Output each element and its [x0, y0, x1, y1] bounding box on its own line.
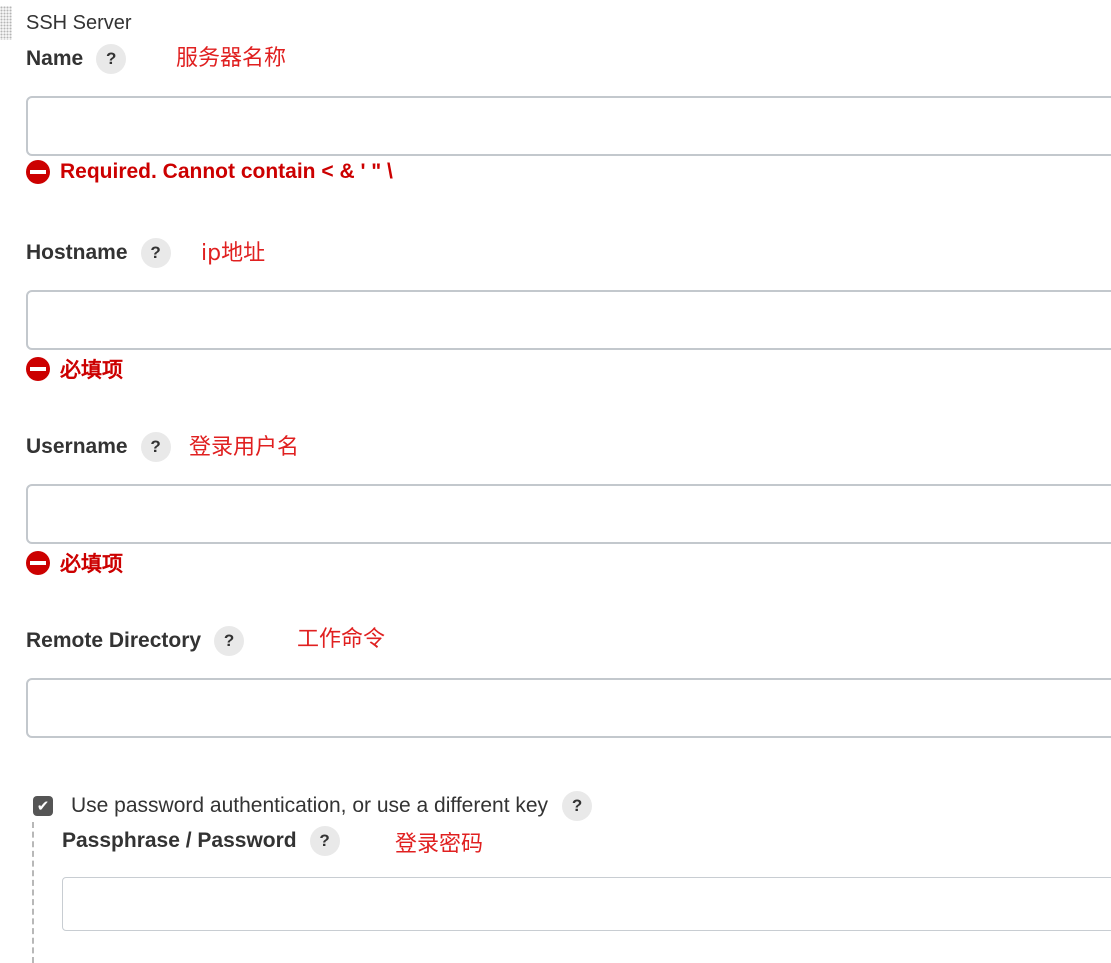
remote-directory-label: Remote Directory [26, 629, 202, 652]
username-input[interactable] [26, 484, 1111, 544]
name-error-text: Required. Cannot contain < & ' " \ [60, 160, 393, 183]
passphrase-help-icon[interactable]: ? [309, 826, 340, 856]
name-label: Name [26, 47, 84, 70]
remote-directory-label-row: Remote Directory ? [26, 626, 245, 656]
remote-directory-input[interactable] [26, 678, 1111, 738]
error-circle-icon [26, 357, 50, 381]
use-password-label[interactable]: Use password authentication, or use a di… [71, 794, 548, 818]
hostname-help-icon[interactable]: ? [140, 238, 171, 268]
use-password-checkbox[interactable]: ✔ [33, 796, 53, 816]
hostname-label: Hostname [26, 241, 128, 264]
section-title: SSH Server [26, 12, 132, 34]
hostname-label-row: Hostname ? [26, 238, 171, 268]
error-circle-icon [26, 551, 50, 575]
username-error-text: 必填项 [60, 553, 123, 576]
username-label-row: Username ? [26, 432, 171, 462]
passphrase-input[interactable] [62, 877, 1111, 931]
hostname-annotation: ip地址 [201, 241, 266, 266]
name-label-row: Name ? [26, 44, 127, 74]
name-annotation: 服务器名称 [176, 46, 287, 71]
name-help-icon[interactable]: ? [96, 44, 127, 74]
hostname-input[interactable] [26, 290, 1111, 350]
drag-handle[interactable] [0, 6, 12, 40]
passphrase-label-row: Passphrase / Password ? [62, 826, 340, 856]
hostname-error-text: 必填项 [60, 359, 123, 382]
username-help-icon[interactable]: ? [140, 432, 171, 462]
username-label: Username [26, 435, 128, 458]
passphrase-annotation: 登录密码 [395, 832, 484, 857]
error-circle-icon [26, 160, 50, 184]
remote-directory-help-icon[interactable]: ? [214, 626, 245, 656]
nested-section-line [32, 822, 34, 963]
use-password-help-icon[interactable]: ? [562, 791, 593, 821]
passphrase-label: Passphrase / Password [62, 829, 297, 852]
use-password-row: ✔ Use password authentication, or use a … [33, 791, 593, 821]
hostname-error: 必填项 [26, 354, 123, 384]
remote-directory-annotation: 工作命令 [297, 627, 386, 652]
name-error: Required. Cannot contain < & ' " \ [26, 160, 393, 184]
username-error: 必填项 [26, 548, 123, 578]
username-annotation: 登录用户名 [189, 435, 300, 460]
name-input[interactable] [26, 96, 1111, 156]
